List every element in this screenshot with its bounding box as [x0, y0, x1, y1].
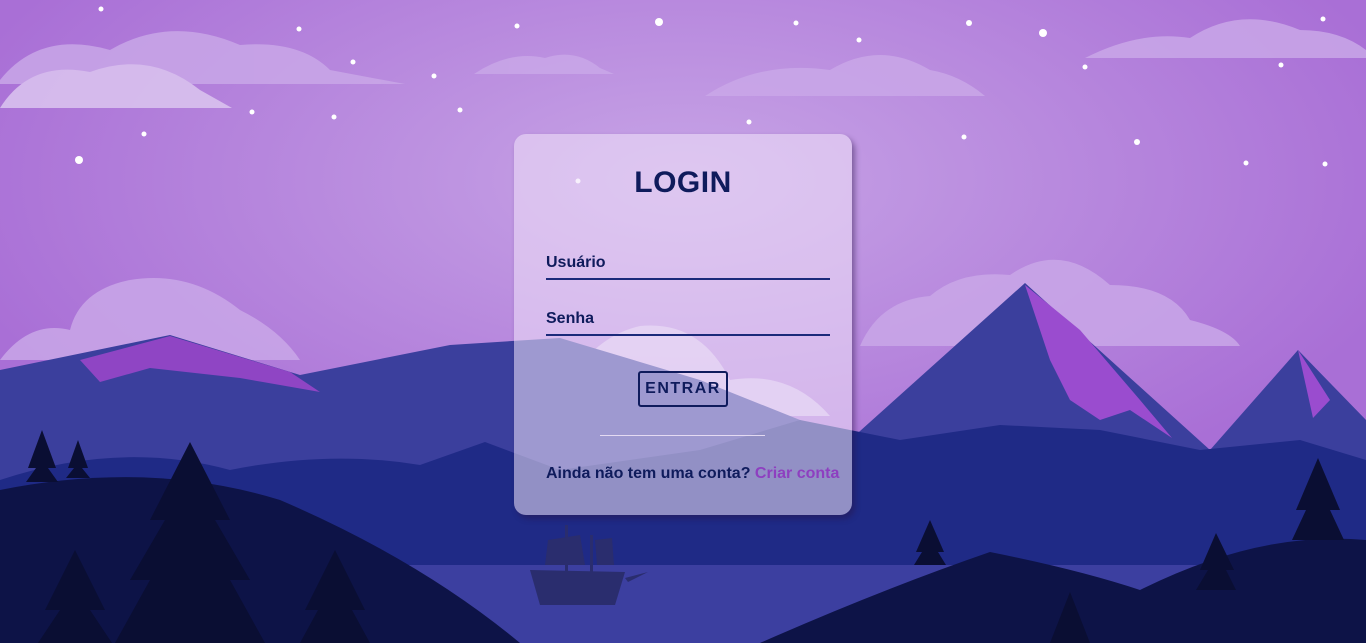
signup-row: Ainda não tem uma conta? Criar conta — [546, 465, 839, 483]
username-input[interactable] — [546, 248, 830, 280]
create-account-link[interactable]: Criar conta — [755, 465, 839, 482]
login-button[interactable]: ENTRAR — [638, 371, 728, 407]
divider — [600, 435, 765, 436]
password-input[interactable] — [546, 304, 830, 336]
login-card: LOGIN ENTRAR Ainda não tem uma conta? Cr… — [514, 134, 852, 515]
login-title: LOGIN — [634, 166, 732, 199]
signup-prompt: Ainda não tem uma conta? — [546, 465, 751, 482]
